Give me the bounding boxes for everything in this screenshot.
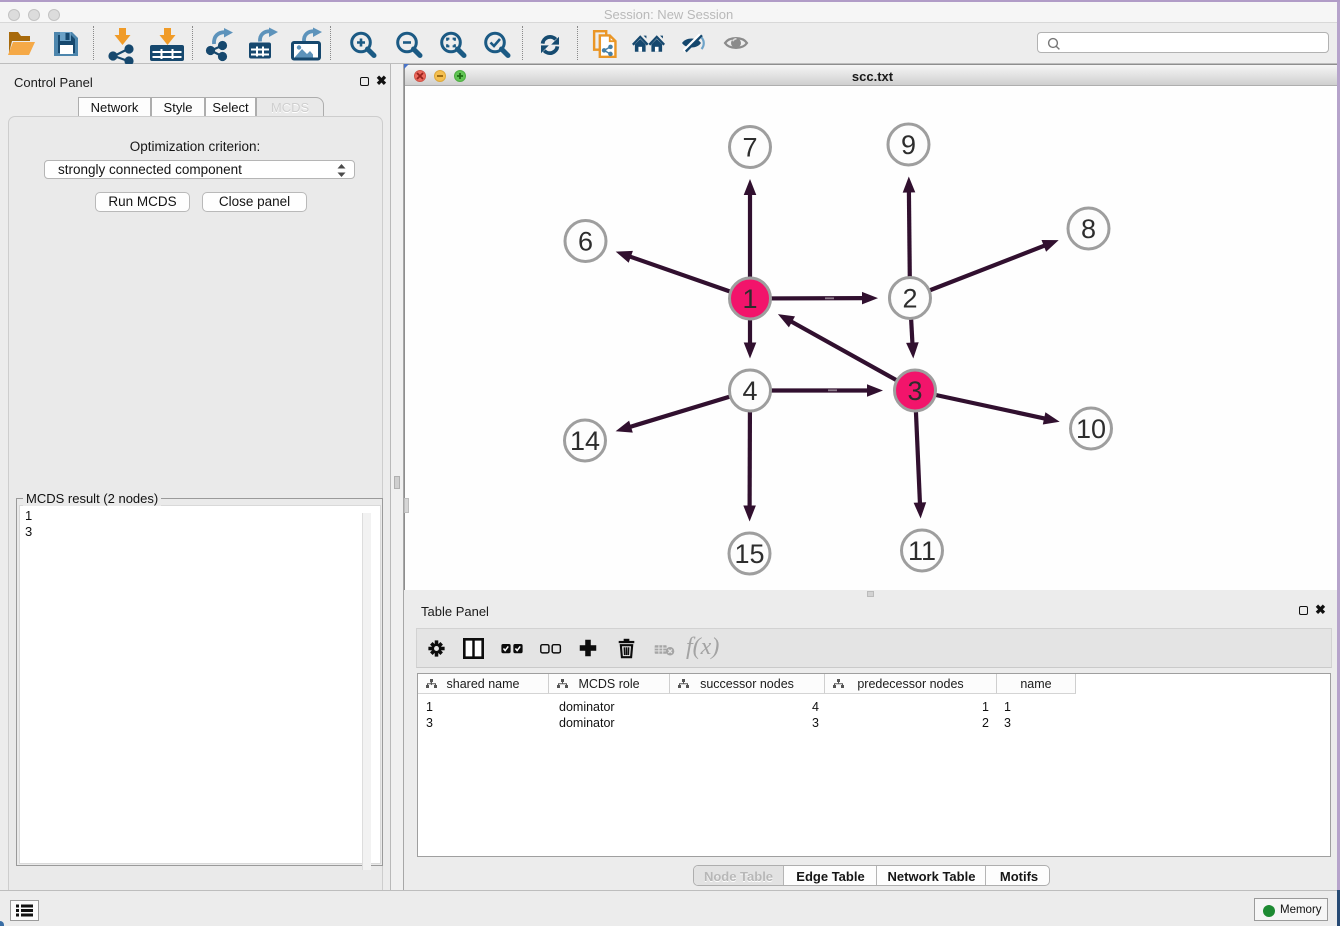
svg-text:7: 7 [742, 133, 757, 163]
svg-text:10: 10 [1076, 414, 1106, 444]
svg-text:9: 9 [901, 130, 916, 160]
svg-text:8: 8 [1081, 214, 1096, 244]
svg-text:4: 4 [742, 376, 757, 406]
svg-text:15: 15 [734, 539, 764, 569]
svg-text:6: 6 [578, 227, 593, 257]
svg-text:3: 3 [907, 376, 922, 406]
svg-text:2: 2 [902, 284, 917, 314]
svg-text:1: 1 [742, 284, 757, 314]
svg-text:14: 14 [570, 426, 600, 456]
svg-text:11: 11 [908, 536, 936, 566]
